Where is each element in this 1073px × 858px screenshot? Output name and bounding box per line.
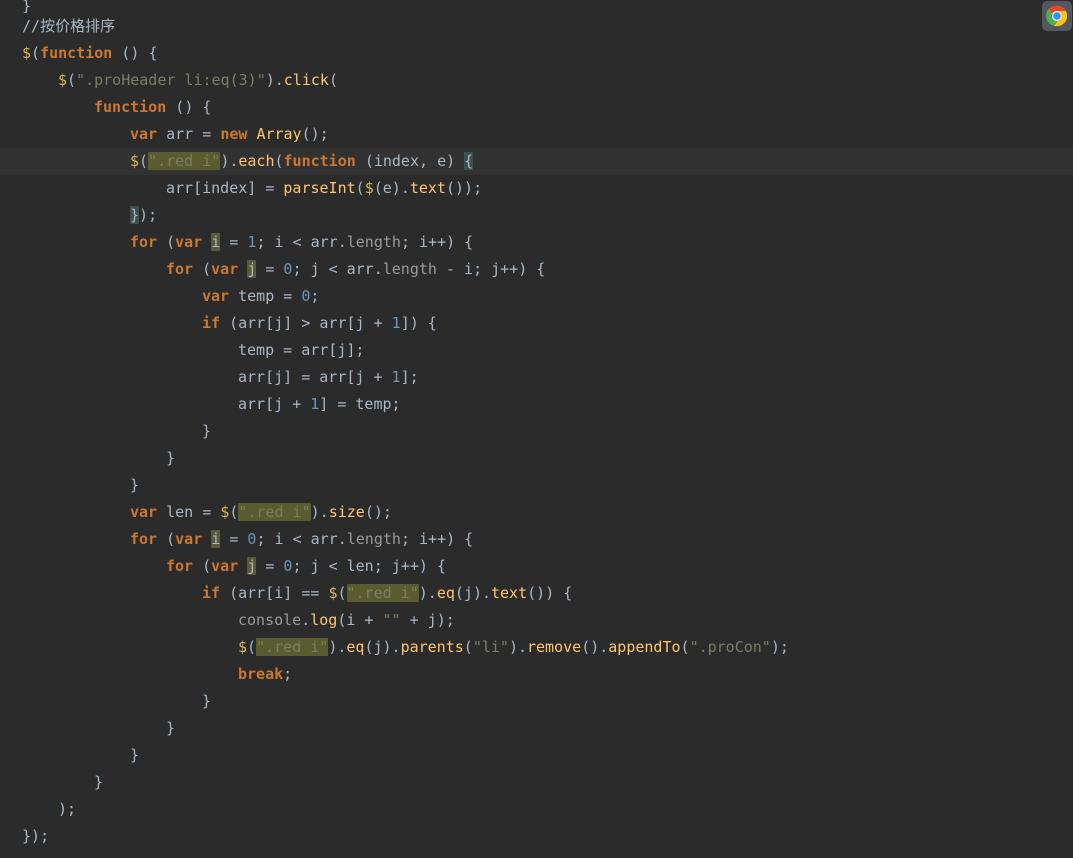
code-line[interactable]: for (var j = 0; j < arr.length - i; j++)… [0, 256, 1073, 283]
code-line[interactable]: } [0, 688, 1073, 715]
code-line[interactable]: } [0, 769, 1073, 796]
code-editor[interactable]: }//按价格排序 $(function () {$(".proHeader li:… [0, 0, 1073, 858]
code-line[interactable]: temp = arr[j]; [0, 337, 1073, 364]
code-line[interactable]: $(function () { [0, 40, 1073, 67]
code-line[interactable]: $(".red i").each(function (index, e) { [0, 148, 1073, 175]
code-line[interactable]: $(".proHeader li:eq(3)").click( [0, 67, 1073, 94]
code-line[interactable]: }); [0, 823, 1073, 850]
chrome-browser-icon[interactable] [1042, 1, 1072, 31]
code-line[interactable]: function () { [0, 94, 1073, 121]
code-line[interactable]: var arr = new Array(); [0, 121, 1073, 148]
code-line[interactable]: console.log(i + "" + j); [0, 607, 1073, 634]
code-line[interactable]: //按价格排序 [0, 13, 1073, 40]
code-line[interactable]: if (arr[i] == $(".red i").eq(j).text()) … [0, 580, 1073, 607]
code-line[interactable]: var len = $(".red i").size(); [0, 499, 1073, 526]
code-line[interactable]: var temp = 0; [0, 283, 1073, 310]
chrome-glyph [1046, 5, 1068, 27]
code-line[interactable]: break; [0, 661, 1073, 688]
code-line[interactable]: } [0, 742, 1073, 769]
code-line[interactable]: for (var j = 0; j < len; j++) { [0, 553, 1073, 580]
code-line[interactable]: for (var i = 0; i < arr.length; i++) { [0, 526, 1073, 553]
code-line[interactable]: for (var i = 1; i < arr.length; i++) { [0, 229, 1073, 256]
code-line[interactable]: arr[j] = arr[j + 1]; [0, 364, 1073, 391]
code-line[interactable]: ); [0, 796, 1073, 823]
code-line[interactable]: } [0, 472, 1073, 499]
code-line[interactable]: }); [0, 202, 1073, 229]
code-line[interactable]: arr[index] = parseInt($(e).text()); [0, 175, 1073, 202]
code-line[interactable]: } [0, 715, 1073, 742]
code-line[interactable]: } [0, 418, 1073, 445]
code-content[interactable]: }//按价格排序 $(function () {$(".proHeader li:… [0, 0, 1073, 850]
code-line[interactable]: arr[j + 1] = temp; [0, 391, 1073, 418]
code-line[interactable]: if (arr[j] > arr[j + 1]) { [0, 310, 1073, 337]
code-line[interactable]: } [0, 445, 1073, 472]
code-line[interactable]: } [0, 0, 1073, 13]
code-line[interactable]: $(".red i").eq(j).parents("li").remove()… [0, 634, 1073, 661]
